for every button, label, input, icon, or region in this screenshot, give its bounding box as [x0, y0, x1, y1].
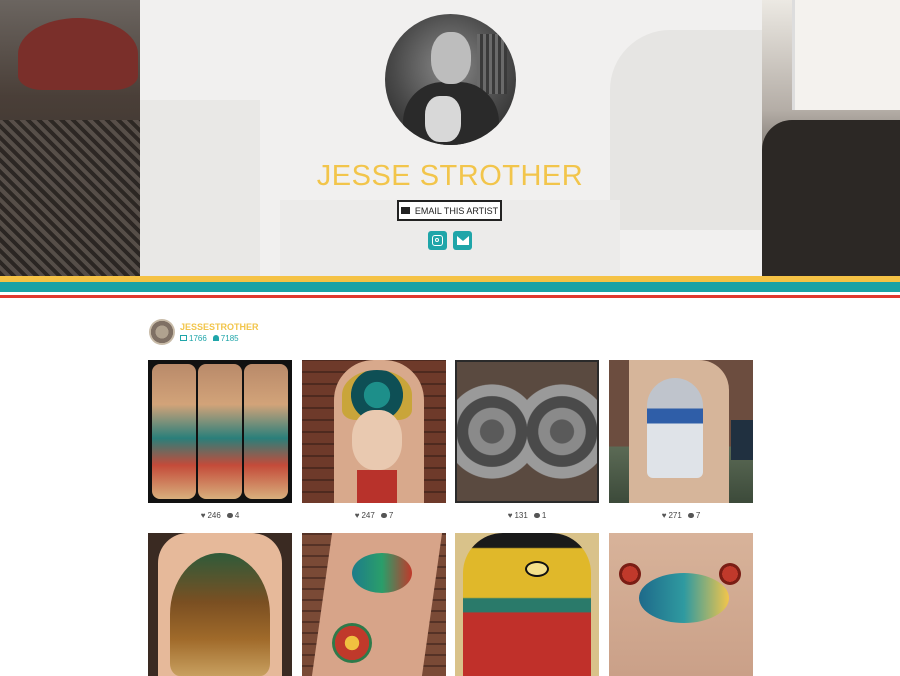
hero-banner: JESSE STROTHER EMAIL THIS ARTIST	[0, 0, 900, 276]
photo-stats: ♥ 271 7	[609, 503, 753, 527]
photo-card[interactable]: ♥ 131 1	[455, 360, 599, 527]
tattoo-flower	[332, 623, 372, 663]
photo-thumbnail[interactable]	[455, 360, 599, 503]
envelope-icon	[400, 207, 410, 214]
profile-avatar[interactable]	[149, 319, 175, 345]
likes: ♥ 271	[662, 511, 682, 520]
photo-thumbnail[interactable]	[609, 360, 753, 503]
comment-icon	[380, 512, 387, 518]
comments-count: 7	[388, 510, 394, 520]
hero-background-left	[0, 0, 140, 276]
tattoo-neck	[357, 470, 397, 503]
hero-background-right	[762, 0, 900, 276]
envelope-glyph	[456, 236, 469, 245]
heart-icon: ♥	[354, 510, 360, 520]
hero-bg-arm	[762, 120, 900, 276]
tattoo-mandala	[527, 362, 597, 501]
tattoo-swallow	[639, 573, 729, 623]
likes-count: 247	[361, 510, 375, 520]
hero-bg-window	[792, 0, 900, 110]
photo-thumbnail[interactable]	[302, 533, 446, 676]
tattoo-snake	[463, 533, 591, 676]
tattoo-face	[352, 410, 402, 470]
avatar-doll	[425, 96, 461, 142]
tattoo-robot	[647, 378, 703, 478]
tattoo-snake-eye	[525, 561, 549, 577]
photo-stats: ♥ 246 4	[148, 503, 292, 527]
likes: ♥ 131	[508, 511, 528, 520]
photo-card[interactable]: ♥ 247 7	[302, 360, 446, 527]
tattoo-panel	[198, 364, 242, 499]
likes-count: 131	[514, 510, 528, 520]
image-icon	[180, 335, 187, 341]
photo-thumbnail[interactable]	[148, 360, 292, 503]
profile-username[interactable]: JESSESTROTHER	[180, 322, 259, 332]
heart-icon: ♥	[507, 510, 513, 520]
photo-card[interactable]: ♥ 246 4	[148, 360, 292, 527]
artist-name: JESSE STROTHER	[316, 160, 584, 192]
profile-stats: 1766 7185	[180, 334, 259, 343]
photo-card[interactable]	[302, 533, 446, 676]
heart-icon: ♥	[661, 510, 667, 520]
comments-count: 4	[234, 510, 240, 520]
photo-card[interactable]	[455, 533, 599, 676]
photo-thumbnail[interactable]	[148, 533, 292, 676]
hero-bg-cap	[18, 18, 138, 90]
followers-count-value: 7185	[220, 333, 239, 343]
photo-thumbnail[interactable]	[302, 360, 446, 503]
photo-thumbnail[interactable]	[609, 533, 753, 676]
tattoo-eagle	[170, 553, 270, 676]
instagram-profile-header[interactable]: JESSESTROTHER 1766 7185	[149, 319, 259, 345]
tattoo-rose	[719, 563, 741, 585]
instagram-glyph	[432, 235, 443, 246]
avatar-face	[431, 32, 471, 84]
likes: ♥ 247	[355, 511, 375, 520]
photo-shoe	[731, 420, 753, 460]
photo-card[interactable]: ♥ 271 7	[609, 360, 753, 527]
photo-card[interactable]	[148, 533, 292, 676]
photo-card[interactable]	[609, 533, 753, 676]
tattoo-panel	[152, 364, 196, 499]
photo-stats: ♥ 247 7	[302, 503, 446, 527]
likes-count: 271	[668, 510, 682, 520]
posts-count-value: 1766	[189, 333, 207, 343]
email-icon[interactable]	[453, 231, 472, 250]
divider-stripe-teal	[0, 282, 900, 292]
divider-stripe-red	[0, 295, 900, 298]
likes: ♥ 246	[201, 511, 221, 520]
user-icon	[212, 335, 219, 341]
comments: 7	[380, 510, 394, 520]
comment-icon	[687, 512, 694, 518]
heart-icon: ♥	[200, 510, 206, 520]
tattoo-mandala	[457, 362, 527, 501]
comment-icon	[533, 512, 540, 518]
hero-bg-shirt	[0, 120, 140, 276]
artist-avatar	[385, 14, 516, 145]
email-artist-button[interactable]: EMAIL THIS ARTIST	[397, 200, 502, 221]
email-artist-label: EMAIL THIS ARTIST	[414, 205, 499, 216]
tattoo-hummingbird	[352, 553, 412, 593]
photo-thumbnail[interactable]	[455, 533, 599, 676]
profile-info: JESSESTROTHER 1766 7185	[180, 322, 259, 343]
comments: 1	[533, 510, 547, 520]
comment-icon	[226, 512, 233, 518]
likes-count: 246	[207, 510, 221, 520]
tattoo-panel	[244, 364, 288, 499]
followers-count: 7185	[212, 333, 239, 343]
comments: 4	[226, 510, 240, 520]
comments: 7	[687, 510, 701, 520]
comments-count: 1	[541, 510, 547, 520]
posts-count: 1766	[180, 334, 207, 343]
comments-count: 7	[695, 510, 701, 520]
avatar-bookshelf	[477, 34, 507, 94]
instagram-icon[interactable]	[428, 231, 447, 250]
tattoo-rose	[619, 563, 641, 585]
hero-ghost-figure	[610, 30, 762, 230]
photo-stats: ♥ 131 1	[455, 503, 599, 527]
